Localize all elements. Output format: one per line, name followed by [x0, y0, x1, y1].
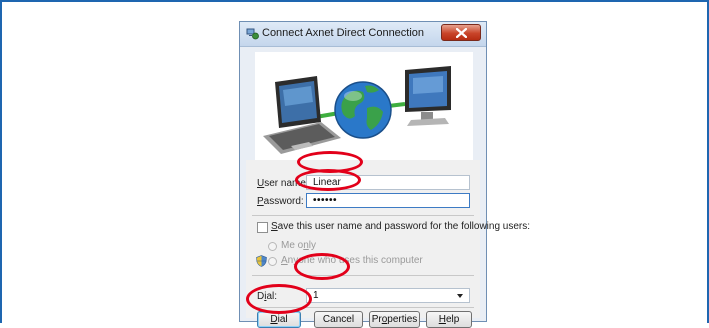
- anyone-radio[interactable]: [268, 257, 277, 266]
- dial-button[interactable]: Dial: [257, 311, 301, 328]
- connect-dialog: Connect Axnet Direct Connection User nam…: [239, 21, 530, 328]
- save-credentials-label: Save this user name and password for the…: [271, 221, 531, 232]
- title-bar[interactable]: Connect Axnet Direct Connection: [240, 22, 486, 47]
- dialog-title: Connect Axnet Direct Connection: [262, 27, 425, 39]
- password-label: Password:: [257, 196, 304, 207]
- separator: [252, 215, 474, 216]
- globe-icon: [334, 81, 392, 139]
- network-connection-icon: [246, 28, 259, 40]
- save-credentials-checkbox[interactable]: [257, 222, 268, 233]
- properties-button[interactable]: Properties: [369, 311, 420, 328]
- help-button[interactable]: Help: [426, 311, 472, 328]
- close-icon: [456, 28, 467, 38]
- connection-banner: [255, 52, 473, 160]
- dropdown-arrow-icon: [457, 294, 463, 298]
- dial-label: Dial:: [257, 291, 278, 302]
- uac-shield-icon: [256, 255, 267, 267]
- user-name-label: User name:: [257, 178, 309, 189]
- anyone-label: Anyone who uses this computer: [281, 255, 423, 266]
- close-button[interactable]: [441, 24, 481, 41]
- separator: [252, 307, 474, 308]
- password-field[interactable]: ••••••: [306, 193, 470, 208]
- cancel-button[interactable]: Cancel: [314, 311, 363, 328]
- user-name-field[interactable]: Linear: [306, 175, 470, 190]
- me-only-radio[interactable]: [268, 242, 277, 251]
- monitor-icon: [405, 66, 451, 126]
- separator: [252, 275, 474, 276]
- dial-dropdown[interactable]: 1: [306, 288, 470, 303]
- me-only-label: Me only: [281, 240, 317, 251]
- dial-value: 1: [313, 290, 319, 301]
